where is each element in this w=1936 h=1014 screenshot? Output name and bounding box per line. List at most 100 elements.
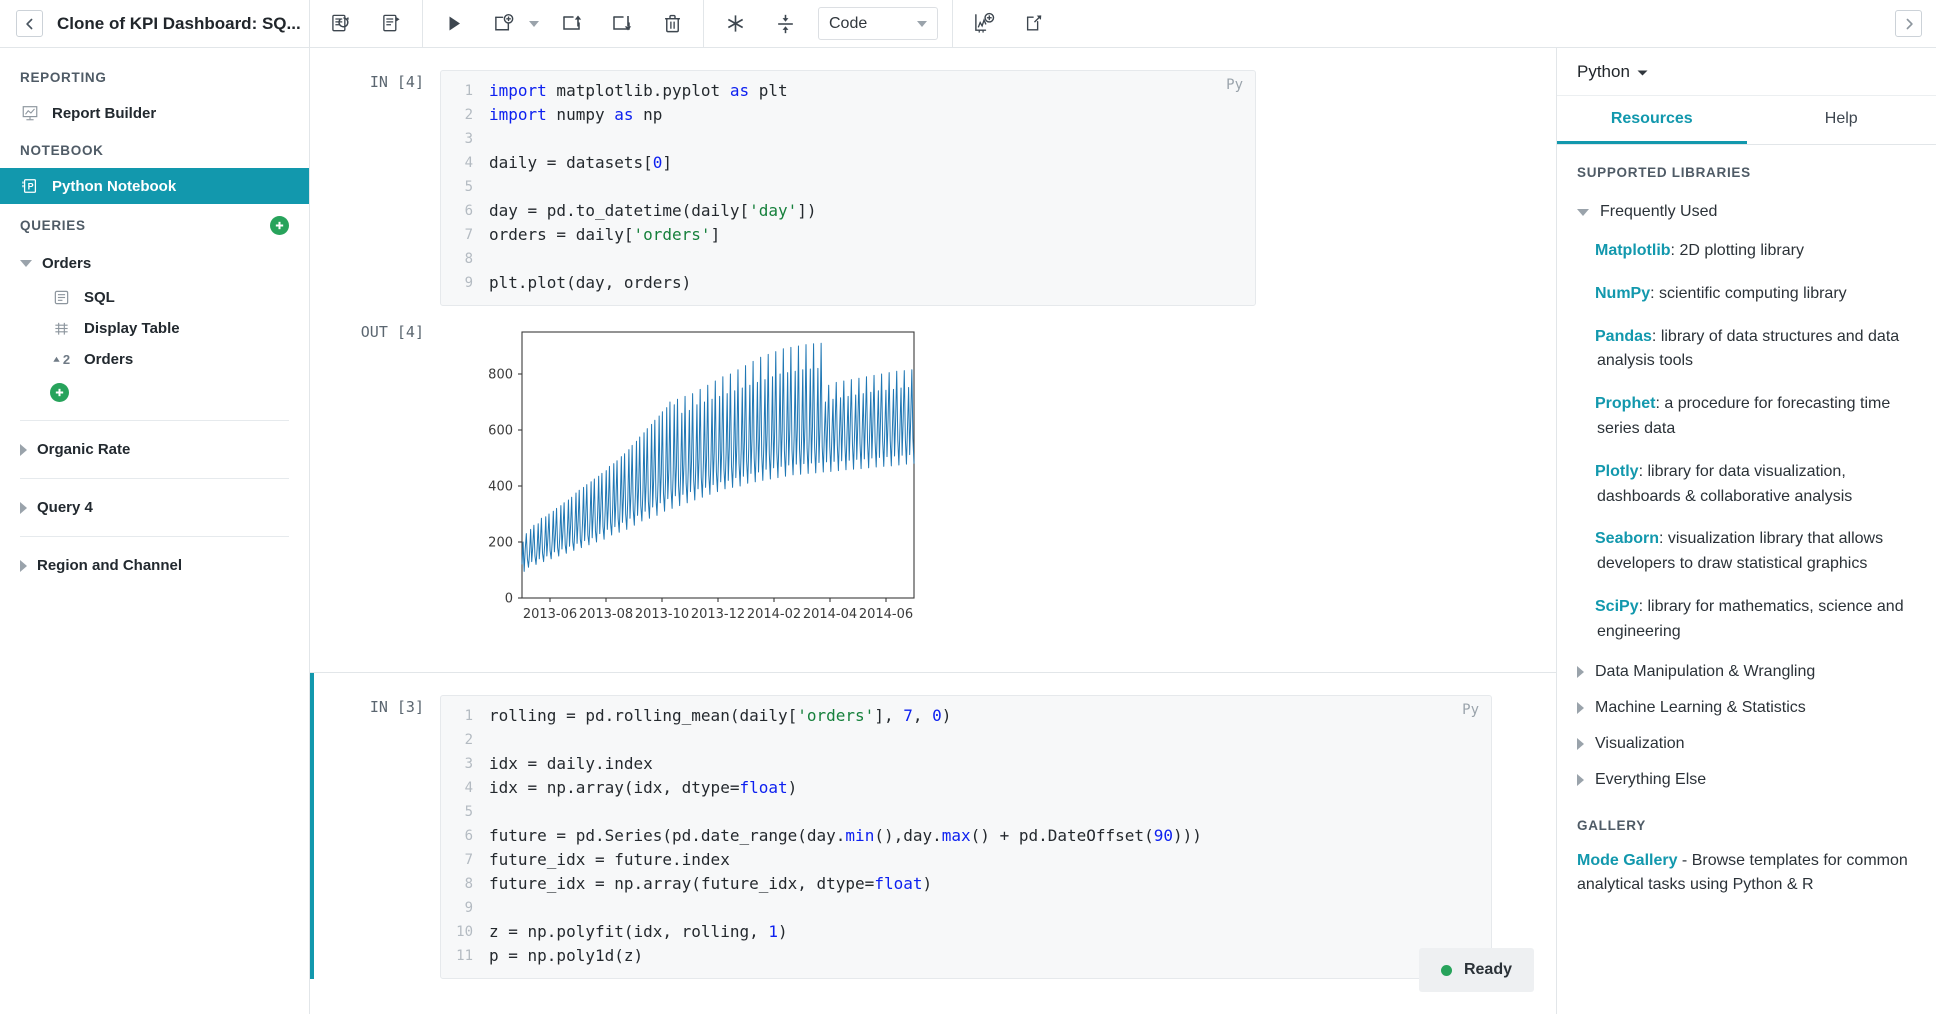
notebook-output-row: OUT [4] 02004006008002013-062013-082013-… (310, 306, 1556, 650)
svg-text:2013-06: 2013-06 (523, 607, 577, 622)
move-cell-down-icon[interactable] (605, 7, 639, 41)
sidebar-query-orders-chart[interactable]: 2 Orders (0, 344, 309, 375)
library-group[interactable]: Visualization (1577, 726, 1916, 762)
tab-help[interactable]: Help (1747, 96, 1936, 144)
run-from-here-icon[interactable] (374, 7, 408, 41)
library-list: Matplotlib: 2D plotting libraryNumPy: sc… (1577, 230, 1916, 654)
tab-resources[interactable]: Resources (1557, 96, 1747, 144)
svg-text:800: 800 (488, 368, 513, 383)
chevron-down-icon (917, 21, 927, 27)
kernel-status-label: Ready (1464, 961, 1512, 979)
code-editor[interactable]: Py 1234567891011 rolling = pd.rolling_me… (440, 695, 1492, 979)
chevron-left-icon[interactable] (16, 10, 43, 37)
library-group[interactable]: Everything Else (1577, 762, 1916, 798)
sidebar-query-orders-sql-label: SQL (84, 289, 115, 306)
chevron-down-icon (1637, 62, 1648, 82)
sidebar-item-report-builder-label: Report Builder (52, 105, 156, 122)
library-group[interactable]: Data Manipulation & Wrangling (1577, 654, 1916, 690)
delete-cell-icon[interactable] (655, 7, 689, 41)
library-group-label: Data Manipulation & Wrangling (1595, 663, 1815, 681)
library-item: Matplotlib: 2D plotting library (1577, 230, 1916, 273)
gallery-entry: Mode Gallery - Browse templates for comm… (1577, 847, 1916, 899)
matplotlib-output: 02004006008002013-062013-082013-102013-1… (440, 320, 944, 650)
library-description: : 2D plotting library (1671, 242, 1804, 259)
chevron-right-icon[interactable] (1895, 10, 1922, 37)
sidebar-item-report-builder[interactable]: Report Builder (0, 95, 309, 131)
add-orders-child-button[interactable] (50, 383, 69, 402)
sidebar-query-orders[interactable]: Orders (0, 245, 309, 282)
language-badge: Py (1462, 702, 1479, 718)
svg-text:2013-10: 2013-10 (635, 607, 689, 622)
library-name[interactable]: Plotly (1595, 463, 1639, 480)
orders-line-chart: 02004006008002013-062013-082013-102013-1… (444, 320, 944, 650)
svg-text:2013-12: 2013-12 (691, 607, 745, 622)
library-item: Seaborn: visualization library that allo… (1577, 518, 1916, 586)
library-item: Plotly: library for data visualization, … (1577, 451, 1916, 519)
sidebar-query-orders-chart-badge: 2 (63, 352, 70, 367)
table-icon (50, 320, 72, 337)
sidebar-section-notebook: NOTEBOOK (0, 131, 309, 168)
kernel-selector[interactable]: Python (1557, 48, 1936, 96)
sidebar-section-queries: QUERIES (20, 218, 86, 233)
svg-text:2013-08: 2013-08 (579, 607, 633, 622)
library-name[interactable]: Seaborn (1595, 530, 1659, 547)
sidebar-query-query-4[interactable]: Query 4 (0, 489, 309, 526)
add-chart-icon[interactable] (967, 7, 1001, 41)
library-name[interactable]: SciPy (1595, 598, 1639, 615)
sidebar-query-orders-label: Orders (42, 255, 91, 272)
sidebar-divider-1 (20, 420, 289, 421)
group-frequently-used-label: Frequently Used (1600, 203, 1717, 221)
sidebar-query-orders-display-table[interactable]: Display Table (0, 313, 309, 344)
code-editor[interactable]: Py 123456789 import matplotlib.pyplot as… (440, 70, 1256, 306)
sidebar: REPORTING Report Builder NOTEBOOK (0, 48, 310, 1014)
library-name[interactable]: Matplotlib (1595, 242, 1671, 259)
library-description: : library for mathematics, science and e… (1597, 598, 1904, 640)
run-all-icon[interactable] (324, 7, 358, 41)
sidebar-query-region-and-channel[interactable]: Region and Channel (0, 547, 309, 584)
sql-icon (50, 289, 72, 306)
chevron-right-icon (1577, 702, 1584, 714)
sidebar-query-orders-sql[interactable]: SQL (0, 282, 309, 313)
sidebar-item-python-notebook[interactable]: P Python Notebook (0, 168, 309, 204)
move-cell-up-icon[interactable] (555, 7, 589, 41)
sidebar-divider-2 (20, 478, 289, 479)
app-root: Clone of KPI Dashboard: SQ... (0, 0, 1936, 1014)
library-group[interactable]: Machine Learning & Statistics (1577, 690, 1916, 726)
svg-text:200: 200 (488, 536, 513, 551)
library-item: SciPy: library for mathematics, science … (1577, 586, 1916, 654)
add-cell-icon[interactable] (487, 7, 521, 41)
add-query-button[interactable] (270, 216, 289, 235)
cell-out-label: OUT [4] (310, 320, 440, 650)
chevron-down-icon (1577, 209, 1589, 216)
sidebar-query-orders-chart-label: Orders (84, 351, 133, 368)
svg-text:P: P (28, 182, 34, 192)
svg-text:2014-06: 2014-06 (859, 607, 913, 622)
add-cell-dropdown-caret[interactable] (529, 21, 539, 27)
clear-icon[interactable] (718, 7, 752, 41)
sidebar-query-organic-rate[interactable]: Organic Rate (0, 431, 309, 468)
notebook-cell[interactable]: IN [3] Py 1234567891011 rolling = pd.rol… (310, 672, 1556, 979)
cell-in-label: IN [4] (310, 70, 440, 306)
mode-gallery-link[interactable]: Mode Gallery (1577, 852, 1677, 869)
popout-icon[interactable] (1017, 7, 1051, 41)
cell-type-select[interactable]: Code (818, 7, 938, 40)
status-dot-icon (1441, 965, 1452, 976)
chevron-down-icon (20, 260, 32, 267)
group-frequently-used[interactable]: Frequently Used (1577, 194, 1916, 230)
notebook-cell[interactable]: IN [4] Py 123456789 import matplotlib.py… (310, 48, 1556, 306)
sidebar-query-query-4-label: Query 4 (37, 499, 93, 516)
svg-text:600: 600 (488, 424, 513, 439)
library-group-label: Machine Learning & Statistics (1595, 699, 1806, 717)
toolbar: Clone of KPI Dashboard: SQ... (0, 0, 1936, 48)
library-name[interactable]: Prophet (1595, 395, 1655, 412)
run-cell-icon[interactable] (437, 7, 471, 41)
chevron-right-icon (1577, 774, 1584, 786)
library-name[interactable]: NumPy (1595, 285, 1650, 302)
sidebar-item-python-notebook-label: Python Notebook (52, 178, 176, 195)
toolbar-title-zone: Clone of KPI Dashboard: SQ... (0, 0, 310, 47)
library-name[interactable]: Pandas (1595, 328, 1652, 345)
split-merge-icon[interactable] (768, 7, 802, 41)
kernel-status-badge[interactable]: Ready (1419, 948, 1534, 992)
right-panel-body: SUPPORTED LIBRARIES Frequently Used Matp… (1557, 145, 1936, 1014)
toolbar-group-run-scope (310, 0, 423, 47)
